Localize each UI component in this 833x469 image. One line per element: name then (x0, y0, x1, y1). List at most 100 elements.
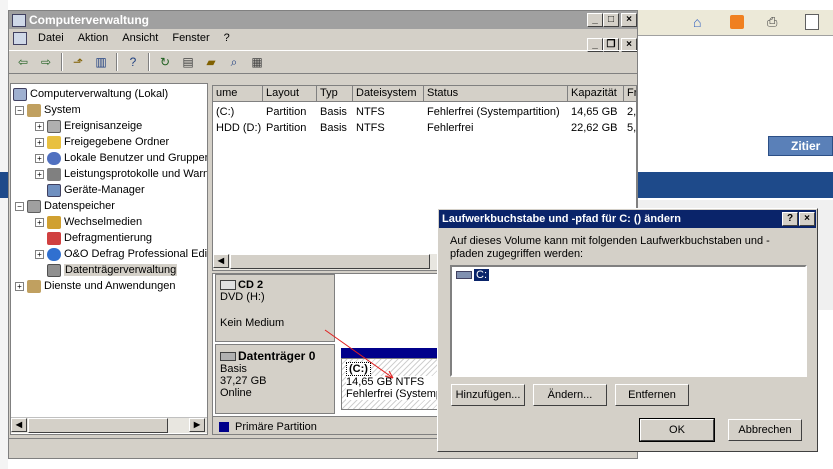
expand-icon[interactable]: + (35, 153, 44, 163)
menu-aktion[interactable]: Aktion (71, 32, 116, 44)
menu-ansicht[interactable]: Ansicht (115, 32, 165, 44)
expand-icon[interactable]: + (35, 169, 44, 179)
col-header-typ[interactable]: Typ (317, 86, 353, 102)
up-folder-icon[interactable]: ⬏ (68, 52, 88, 72)
properties-icon[interactable]: ▤ (178, 52, 198, 72)
col-header-layout[interactable]: Layout (263, 86, 317, 102)
tree-item-datentraegerverwaltung[interactable]: Datenträgerverwaltung (47, 262, 178, 278)
scroll-thumb[interactable] (28, 418, 168, 433)
storage-icon (27, 199, 41, 213)
dialog-close-button[interactable]: × (799, 212, 815, 226)
expand-icon[interactable]: + (35, 217, 44, 227)
tree-item-wechselmedien[interactable]: + Wechselmedien (35, 214, 142, 230)
table-row[interactable]: HDD (D:) Partition Basis NTFS Fehlerfrei… (213, 120, 637, 136)
cell-frei: 2, (627, 106, 637, 118)
col-header-dateisystem[interactable]: Dateisystem (353, 86, 424, 102)
tree-item-ereignisanzeige[interactable]: + Ereignisanzeige (35, 118, 142, 134)
browser-blue-band (636, 172, 833, 198)
device-manager-icon (47, 183, 61, 197)
table-row[interactable]: (C:) Partition Basis NTFS Fehlerfrei (Sy… (213, 104, 637, 120)
export-icon[interactable]: ▦ (247, 52, 267, 72)
window-title: Computerverwaltung (29, 13, 150, 27)
change-button[interactable]: Ändern... (533, 384, 607, 406)
collapse-icon[interactable]: − (15, 201, 24, 211)
tree-item-geraete-manager[interactable]: Geräte-Manager (47, 182, 145, 198)
show-tree-icon[interactable]: ▥ (91, 52, 111, 72)
tree-item-lokale-benutzer[interactable]: + Lokale Benutzer und Gruppen (35, 150, 207, 166)
col-header-volume[interactable]: ume (213, 86, 263, 102)
cell-layout: Partition (266, 106, 307, 118)
col-header-kapazitaet[interactable]: Kapazität (568, 86, 624, 102)
forward-icon[interactable]: ⇨ (36, 52, 56, 72)
col-header-frei[interactable]: Fr (624, 86, 636, 102)
left-edge-strip (0, 0, 8, 469)
open-folder-icon[interactable]: ▰ (201, 52, 221, 72)
legend-primary-swatch (219, 421, 229, 432)
remove-button[interactable]: Entfernen (615, 384, 689, 406)
col-header-status[interactable]: Status (424, 86, 568, 102)
maximize-button[interactable]: □ (603, 13, 619, 27)
toolbar-separator (148, 53, 150, 71)
tree-item-freigegebene-ordner[interactable]: + Freigegebene Ordner (35, 134, 169, 150)
tree-item-system[interactable]: − System (15, 102, 81, 118)
disk-management-icon (47, 263, 61, 277)
dialog-help-button[interactable]: ? (782, 212, 798, 226)
page-icon[interactable] (805, 14, 819, 30)
cell-layout: Partition (266, 122, 307, 134)
menu-fenster[interactable]: Fenster (165, 32, 216, 44)
expand-icon[interactable]: + (35, 137, 44, 147)
cell-kapazitaet: 22,62 GB (571, 122, 618, 134)
collapse-icon[interactable]: − (15, 105, 24, 115)
scroll-thumb[interactable] (230, 254, 430, 269)
drive-icon (456, 271, 472, 279)
back-icon[interactable]: ⇦ (13, 52, 33, 72)
refresh-icon[interactable]: ↻ (155, 52, 175, 72)
cancel-button[interactable]: Abbrechen (728, 419, 802, 441)
expand-icon[interactable]: + (35, 249, 44, 259)
main-titlebar: Computerverwaltung (9, 11, 637, 29)
performance-icon (47, 167, 61, 181)
services-icon (27, 279, 41, 293)
scroll-left-arrow[interactable]: ◀ (213, 254, 229, 268)
menu-datei[interactable]: Datei (31, 32, 71, 44)
drive-letter-list[interactable]: C: (450, 265, 807, 377)
toolbar-separator (61, 53, 63, 71)
scroll-left-arrow[interactable]: ◀ (11, 418, 27, 432)
menu-help[interactable]: ? (217, 32, 237, 44)
close-button[interactable]: × (621, 13, 637, 27)
cell-typ: Basis (320, 106, 347, 118)
tree-item-leistungsprotokolle[interactable]: +Leistungsprotokolle und Warnungen (35, 166, 207, 182)
toolbar: ⇦ ⇨ ⬏ ▥ ? ↻ ▤ ▰ ⌕ ▦ (9, 50, 637, 74)
change-drive-letter-dialog: Laufwerkbuchstabe und -pfad für C: () än… (437, 208, 818, 452)
tree-item-defragmentierung[interactable]: Defragmentierung (47, 230, 152, 246)
event-viewer-icon (47, 119, 61, 133)
help-icon[interactable]: ? (123, 52, 143, 72)
cell-status: Fehlerfrei (427, 122, 474, 134)
minimize-button[interactable]: _ (587, 13, 603, 27)
add-button[interactable]: Hinzufügen... (451, 384, 525, 406)
ok-button[interactable]: OK (639, 418, 715, 442)
tree-item-dienste[interactable]: + Dienste und Anwendungen (15, 278, 176, 294)
tree-item-root[interactable]: Computerverwaltung (Lokal) (13, 86, 168, 102)
tree-hscrollbar[interactable]: ◀ ▶ (11, 417, 207, 433)
dialog-title: Laufwerkbuchstabe und -pfad für C: () än… (442, 213, 681, 225)
cell-dateisystem: NTFS (356, 122, 385, 134)
users-icon (47, 151, 61, 165)
expand-icon[interactable]: + (15, 281, 24, 291)
legend-primary-label: Primäre Partition (235, 420, 317, 433)
zitier-button[interactable]: Zitier (768, 136, 833, 156)
dialog-titlebar: Laufwerkbuchstabe und -pfad für C: () än… (439, 210, 816, 228)
cd-type: DVD (H:) (220, 291, 265, 303)
home-icon[interactable]: ⌂ (693, 14, 709, 30)
tree-item-oo-defrag[interactable]: +O&O Defrag Professional Edition (35, 246, 207, 262)
scroll-right-arrow[interactable]: ▶ (189, 418, 205, 432)
cd-icon (220, 280, 236, 290)
rss-icon[interactable] (730, 15, 744, 29)
cell-status: Fehlerfrei (Systempartition) (427, 106, 560, 118)
expand-icon[interactable]: + (35, 121, 44, 131)
cell-frei: 5, (627, 122, 637, 134)
list-item[interactable]: C: (456, 269, 489, 281)
tree-item-datenspeicher[interactable]: − Datenspeicher (15, 198, 115, 214)
print-icon[interactable]: ⎙ (767, 14, 783, 29)
search-icon[interactable]: ⌕ (224, 52, 244, 72)
